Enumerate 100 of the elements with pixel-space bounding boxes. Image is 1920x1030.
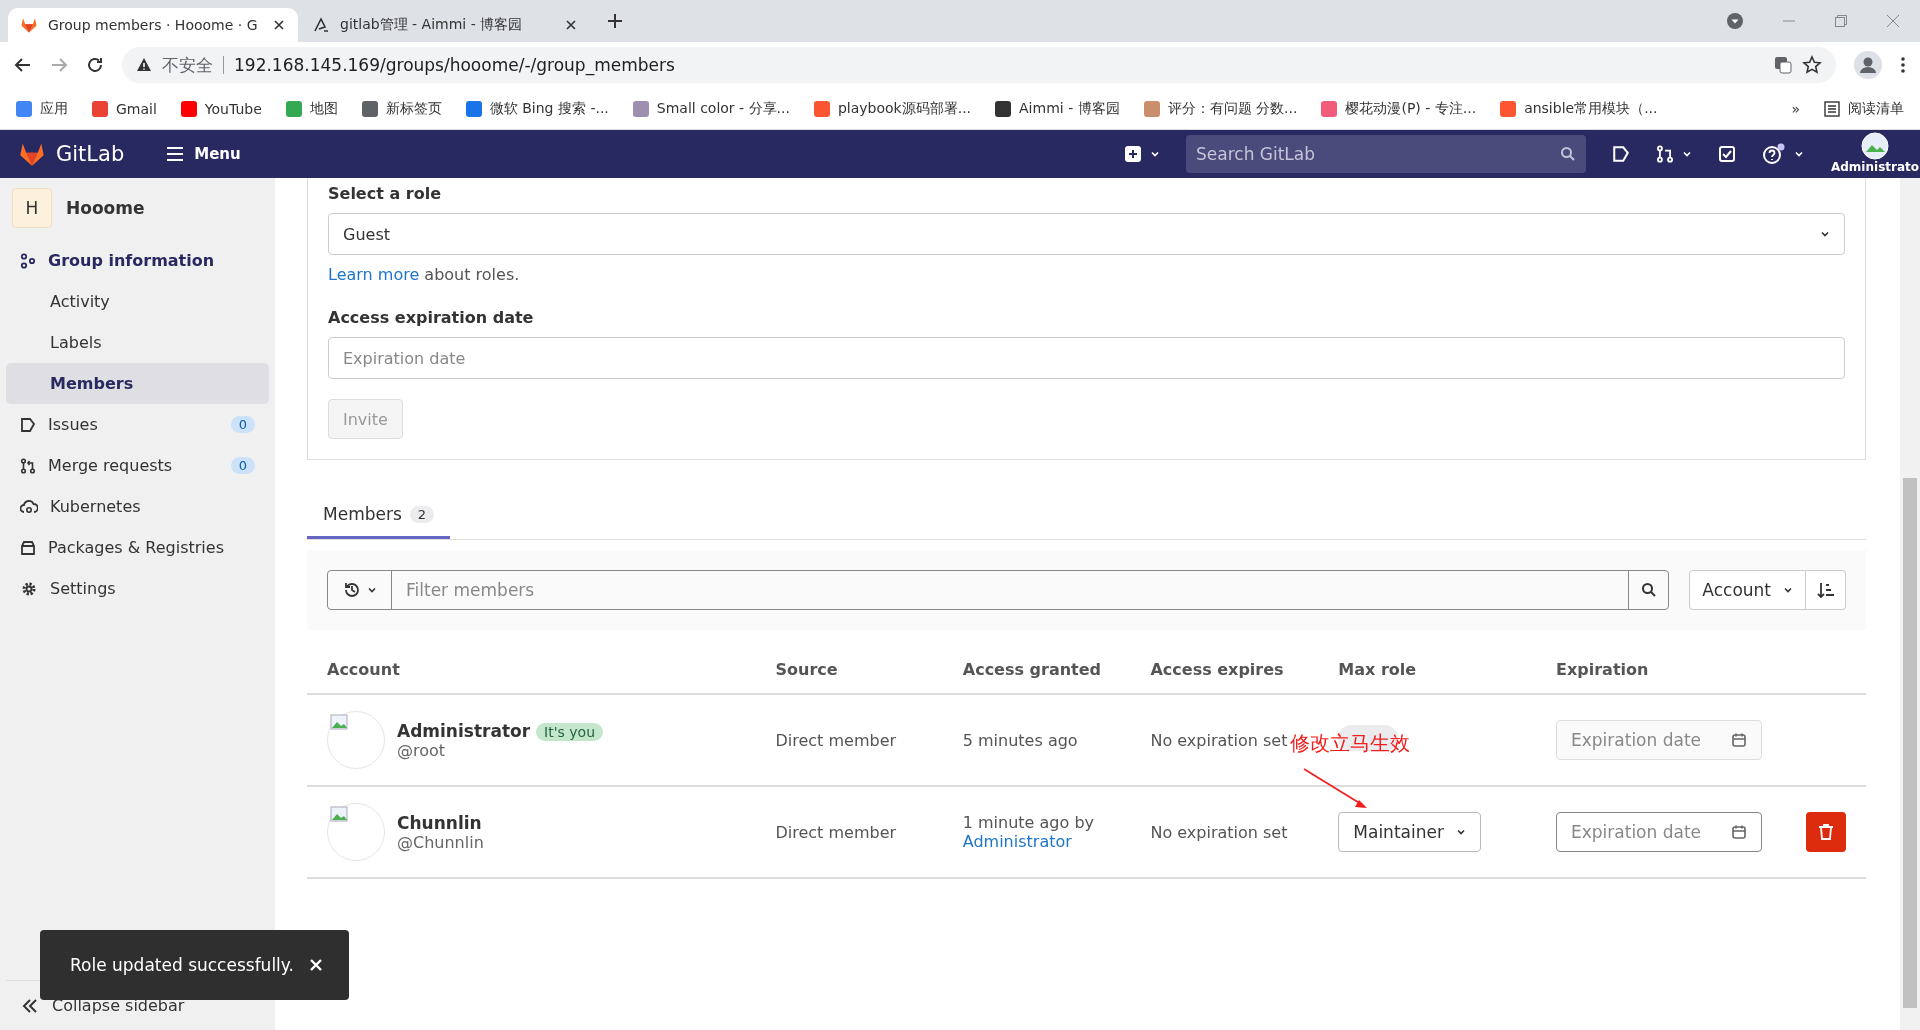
avatar-icon xyxy=(1861,132,1889,160)
star-icon[interactable] xyxy=(1802,55,1822,75)
close-button[interactable] xyxy=(309,958,323,972)
annotation-text: 修改立马生效 xyxy=(1290,730,1410,757)
count-badge: 2 xyxy=(409,505,435,523)
sidebar-item[interactable]: Activity xyxy=(6,281,269,322)
avatar-icon[interactable] xyxy=(1854,51,1882,79)
bookmark[interactable]: Gmail xyxy=(92,100,157,117)
sidebar-item[interactable]: Members xyxy=(6,363,269,404)
bookmark[interactable]: Aimmi - 博客园 xyxy=(995,99,1120,118)
sidebar-item[interactable]: Labels xyxy=(6,322,269,363)
bookmark[interactable]: 樱花动漫(P) - 专注... xyxy=(1321,99,1477,118)
annotation-arrow xyxy=(1303,768,1369,810)
issues-icon xyxy=(20,416,36,433)
profile-dropdown-icon[interactable] xyxy=(1726,12,1744,30)
sidebar-item[interactable]: Settings xyxy=(6,568,269,609)
url-text: 192.168.145.169/groups/hooome/-/group_members xyxy=(234,55,675,75)
close-icon[interactable] xyxy=(272,18,286,32)
security-label: 不安全 xyxy=(162,53,213,77)
translate-icon[interactable] xyxy=(1774,56,1792,74)
caret-icon xyxy=(1794,149,1804,159)
bookmark[interactable]: YouTube xyxy=(180,100,262,117)
status-badge: It's you xyxy=(536,722,604,741)
broken-image-icon xyxy=(330,806,350,824)
merge-request-icon xyxy=(20,457,36,474)
column-header: Access expires xyxy=(1130,646,1319,694)
column-header: Expiration xyxy=(1536,646,1786,694)
column-header: Access granted xyxy=(942,646,1131,694)
caret-icon xyxy=(1682,149,1692,159)
caret-icon xyxy=(1150,149,1160,159)
date-field[interactable]: Expiration date xyxy=(328,337,1845,379)
username: @root xyxy=(397,740,447,760)
warning-icon xyxy=(136,57,152,73)
sort-icon xyxy=(1816,582,1835,598)
more-icon[interactable] xyxy=(1900,56,1906,74)
package-icon xyxy=(20,539,36,556)
scrollbar-thumb[interactable] xyxy=(1903,478,1917,1008)
issues-icon[interactable] xyxy=(1612,145,1630,163)
browser-tab[interactable]: gitlab管理 - Aimmi - 博客园 xyxy=(300,8,590,42)
username: @Chunnlin xyxy=(397,832,484,852)
close-icon[interactable] xyxy=(564,18,578,32)
calendar-icon xyxy=(1731,824,1747,840)
browser-tab[interactable]: Group members · Hooome · G xyxy=(8,8,298,42)
merge-request-icon[interactable] xyxy=(1656,145,1674,163)
table-cell: Direct member xyxy=(755,694,943,786)
table-cell-text: 5 minutes ago xyxy=(962,730,1079,750)
field-label: Select a role xyxy=(328,184,442,203)
address-bar[interactable]: 不安全 192.168.145.169/groups/hooome/-/group_members xyxy=(122,47,1836,83)
delete-button[interactable] xyxy=(1806,812,1846,852)
count-badge: 0 xyxy=(230,457,255,474)
plus-square-icon[interactable] xyxy=(1124,145,1142,163)
more-bookmarks-button[interactable]: » xyxy=(1791,100,1800,117)
user-menu[interactable]: Administrato xyxy=(1830,130,1920,178)
maximize-icon[interactable] xyxy=(1834,14,1848,28)
sidebar-item[interactable]: Kubernetes xyxy=(6,486,269,527)
sidebar-item[interactable]: Merge requests 0 xyxy=(6,445,269,486)
reading-list[interactable]: 阅读清单 xyxy=(1824,99,1904,118)
broken-image-icon xyxy=(330,714,350,732)
learn-more-link[interactable]: Learn more xyxy=(328,265,420,284)
reload-icon[interactable] xyxy=(86,56,104,74)
table-cell: Direct member xyxy=(755,786,943,878)
bookmark[interactable]: 评分：有问题 分数... xyxy=(1143,99,1298,118)
menu-icon xyxy=(166,146,185,162)
column-header: Source xyxy=(755,646,943,694)
menu-button[interactable]: Menu xyxy=(160,144,247,164)
column-header: Account xyxy=(307,646,756,694)
calendar-icon xyxy=(1731,732,1747,748)
bookmark[interactable]: 新标签页 xyxy=(361,99,442,118)
count-badge: 0 xyxy=(230,416,255,433)
back-icon[interactable] xyxy=(14,56,32,74)
bookmark[interactable]: ansible常用模块（... xyxy=(1500,99,1658,118)
help-icon[interactable] xyxy=(1762,143,1786,165)
todo-icon[interactable] xyxy=(1718,145,1736,163)
sort-dropdown[interactable]: Account xyxy=(1689,570,1806,610)
search-field[interactable]: Search GitLab xyxy=(1186,135,1586,173)
caret-icon xyxy=(1783,585,1793,595)
group-name[interactable]: Hooome xyxy=(66,198,145,218)
member-name[interactable]: Administrator xyxy=(397,720,531,741)
bookmark[interactable]: 地图 xyxy=(285,99,338,118)
members-tab[interactable]: Members 2 xyxy=(307,494,451,539)
bookmark[interactable]: 应用 xyxy=(16,99,68,118)
sidebar-item[interactable]: Issues 0 xyxy=(6,404,269,445)
sort-direction-button[interactable] xyxy=(1806,570,1846,610)
table-cell-text: 1 minute ago by xyxy=(962,813,1095,832)
bookmark[interactable]: Small color - 分享... xyxy=(632,99,790,118)
brand-name[interactable]: GitLab xyxy=(56,142,125,166)
member-name[interactable]: Chunnlin xyxy=(397,812,482,833)
sidebar-item[interactable]: Group information xyxy=(6,240,269,281)
user-link[interactable]: Administrator xyxy=(962,832,1072,851)
toast-message: Role updated successfully. xyxy=(70,955,294,975)
role-select[interactable]: Guest xyxy=(328,213,1845,255)
bookmark[interactable]: playbook源码部署... xyxy=(813,99,972,118)
sidebar-item[interactable]: Packages & Registries xyxy=(6,527,269,568)
date-field[interactable]: Expiration date xyxy=(1556,812,1762,852)
role-dropdown[interactable]: Maintainer xyxy=(1338,812,1481,852)
double-chevron-icon xyxy=(22,997,38,1014)
list-icon xyxy=(1824,100,1840,117)
caret-icon xyxy=(1820,229,1830,239)
group-icon xyxy=(20,252,36,269)
bookmark[interactable]: 微软 Bing 搜索 -... xyxy=(465,99,609,118)
